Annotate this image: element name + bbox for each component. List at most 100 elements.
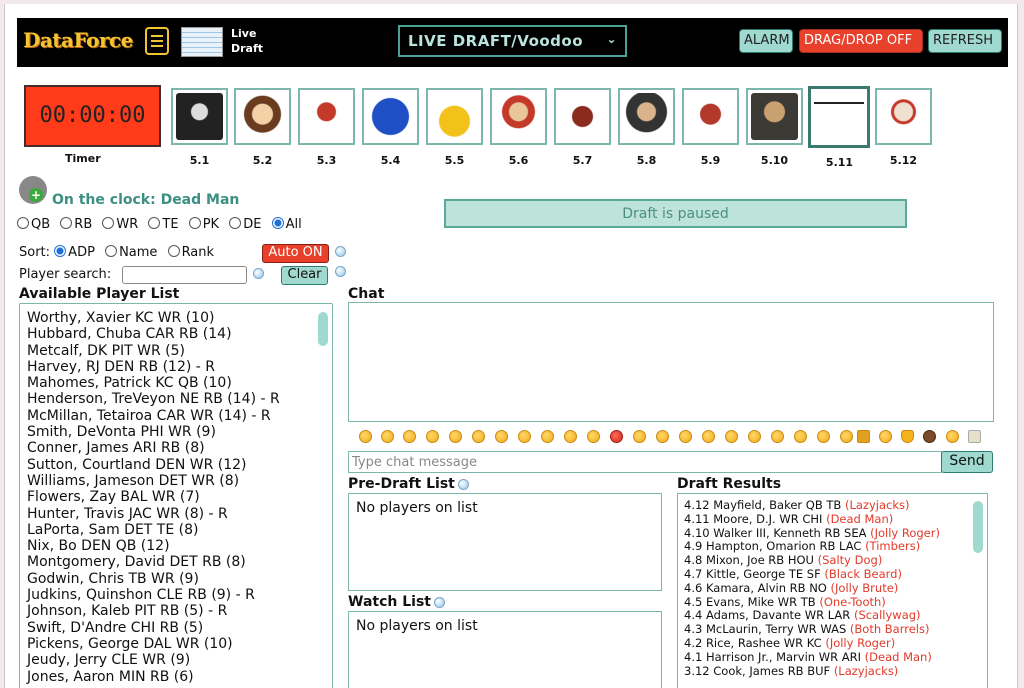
emoji-icon[interactable]: [748, 430, 761, 443]
chat-message-input[interactable]: Type chat message: [348, 451, 942, 473]
emoji-icon[interactable]: [702, 430, 715, 443]
position-option-rb[interactable]: RB: [60, 217, 92, 232]
player-row[interactable]: Sutton, Courtland DEN WR (12): [27, 457, 332, 473]
pick-slot-5-10[interactable]: [746, 88, 803, 145]
emoji-icon[interactable]: [656, 430, 669, 443]
dataforce-logo[interactable]: DataForce: [23, 28, 133, 52]
emoji-icon[interactable]: [794, 430, 807, 443]
position-option-te[interactable]: TE: [148, 217, 179, 232]
player-row[interactable]: Henderson, TreVeyon NE RB (14) - R: [27, 391, 332, 407]
player-row[interactable]: Pickens, George DAL WR (10): [27, 636, 332, 652]
draft-results-list[interactable]: 4.12 Mayfield, Baker QB TB (Lazyjacks) 4…: [677, 493, 988, 688]
send-chat-button[interactable]: Send: [941, 451, 993, 473]
player-row[interactable]: Flowers, Zay BAL WR (7): [27, 489, 332, 505]
info-bubble-icon[interactable]: [335, 246, 346, 257]
clear-search-button[interactable]: Clear: [281, 266, 328, 285]
live-draft-label[interactable]: Live Draft: [231, 26, 263, 56]
player-row[interactable]: Smith, DeVonta PHI WR (9): [27, 424, 332, 440]
radio-icon[interactable]: [17, 217, 29, 229]
pick-slot-5-3[interactable]: [298, 88, 355, 145]
player-row[interactable]: Swift, D'Andre CHI RB (5): [27, 620, 332, 636]
player-row[interactable]: Hunter, Travis JAC WR (8) - R: [27, 506, 332, 522]
pick-slot-5-7[interactable]: [554, 88, 611, 145]
refresh-button[interactable]: REFRESH: [928, 29, 1002, 53]
emoji-icon[interactable]: [840, 430, 853, 443]
emoji-icon[interactable]: [633, 430, 646, 443]
watch-list[interactable]: No players on list: [348, 611, 662, 688]
info-bubble-icon[interactable]: [434, 597, 445, 608]
info-bubble-icon[interactable]: [458, 479, 469, 490]
player-row[interactable]: Hubbard, Chuba CAR RB (14): [27, 326, 332, 342]
position-option-qb[interactable]: QB: [17, 217, 50, 232]
info-bubble-icon[interactable]: [335, 266, 346, 277]
emoji-icon[interactable]: [541, 430, 554, 443]
thumbs-up-icon[interactable]: [946, 430, 959, 443]
draft-select[interactable]: LIVE DRAFT/Voodoo ⌄: [398, 25, 627, 57]
emoji-icon[interactable]: [564, 430, 577, 443]
pick-slot-5-4[interactable]: [362, 88, 419, 145]
radio-icon[interactable]: [102, 217, 115, 229]
heart-icon[interactable]: [901, 430, 914, 443]
player-row[interactable]: Nix, Bo DEN QB (12): [27, 538, 332, 554]
radio-selected-icon[interactable]: [271, 217, 284, 229]
emoji-icon[interactable]: [587, 430, 600, 443]
player-row[interactable]: Johnson, Kaleb PIT RB (5) - R: [27, 603, 332, 619]
radio-icon[interactable]: [60, 217, 73, 229]
pick-slot-5-6[interactable]: [490, 88, 547, 145]
hourglass-icon[interactable]: [968, 430, 981, 443]
drag-drop-toggle-button[interactable]: DRAG/DROP OFF: [799, 29, 923, 53]
radio-icon[interactable]: [229, 217, 242, 229]
alarm-button[interactable]: ALARM: [739, 29, 793, 53]
clap-icon[interactable]: [879, 430, 892, 443]
sort-rank[interactable]: Rank: [182, 245, 214, 260]
live-draft-thumbnail-icon[interactable]: [181, 27, 223, 57]
draft-results-scrollbar[interactable]: [973, 501, 983, 553]
sort-name[interactable]: Name: [119, 245, 157, 260]
emoji-icon[interactable]: [426, 430, 439, 443]
player-row[interactable]: Jeudy, Jerry CLE WR (9): [27, 652, 332, 668]
pick-slot-5-5[interactable]: [426, 88, 483, 145]
emoji-icon[interactable]: [518, 430, 531, 443]
emoji-icon[interactable]: [359, 430, 372, 443]
pick-slot-5-12[interactable]: [875, 88, 932, 145]
radio-icon[interactable]: [105, 245, 118, 257]
radio-icon[interactable]: [167, 245, 180, 257]
player-row[interactable]: Jones, Aaron MIN RB (6): [27, 669, 332, 685]
player-row[interactable]: Harvey, RJ DEN RB (12) - R: [27, 359, 332, 375]
pick-slot-5-8[interactable]: [618, 88, 675, 145]
emoji-icon[interactable]: [679, 430, 692, 443]
position-option-all[interactable]: All: [271, 217, 302, 232]
player-search-input[interactable]: [122, 266, 247, 284]
player-row[interactable]: Montgomery, David DET RB (8): [27, 554, 332, 570]
emoji-icon[interactable]: [381, 430, 394, 443]
player-row[interactable]: Conner, James ARI RB (8): [27, 440, 332, 456]
emoji-icon[interactable]: [495, 430, 508, 443]
trophy-icon[interactable]: [857, 430, 870, 443]
emoji-icon[interactable]: [472, 430, 485, 443]
info-bubble-icon[interactable]: [253, 268, 264, 279]
player-row[interactable]: Metcalf, DK PIT WR (5): [27, 343, 332, 359]
position-option-pk[interactable]: PK: [188, 217, 219, 232]
player-row[interactable]: McMillan, Tetairoa CAR WR (14) - R: [27, 408, 332, 424]
radio-icon[interactable]: [188, 217, 201, 229]
position-option-de[interactable]: DE: [229, 217, 261, 232]
emoji-icon[interactable]: [725, 430, 738, 443]
player-row[interactable]: Worthy, Xavier KC WR (10): [27, 310, 332, 326]
emoji-icon[interactable]: [817, 430, 830, 443]
emoji-icon[interactable]: [449, 430, 462, 443]
player-row[interactable]: Judkins, Quinshon CLE RB (9) - R: [27, 587, 332, 603]
player-list-scrollbar[interactable]: [318, 312, 328, 346]
pre-draft-list[interactable]: No players on list: [348, 493, 662, 591]
player-row[interactable]: Williams, Jameson DET WR (8): [27, 473, 332, 489]
chat-messages[interactable]: [348, 302, 994, 422]
radio-selected-icon[interactable]: [54, 245, 67, 257]
emoji-icon[interactable]: [610, 430, 623, 443]
emoji-icon[interactable]: [403, 430, 416, 443]
auto-pick-toggle-button[interactable]: Auto ON: [262, 244, 329, 263]
pick-slot-5-9[interactable]: [682, 88, 739, 145]
player-row[interactable]: Mahomes, Patrick KC QB (10): [27, 375, 332, 391]
sort-adp[interactable]: ADP: [68, 245, 95, 260]
emoji-icon[interactable]: [771, 430, 784, 443]
player-row[interactable]: Godwin, Chris TB WR (9): [27, 571, 332, 587]
clock-add-icon[interactable]: +: [19, 176, 47, 204]
